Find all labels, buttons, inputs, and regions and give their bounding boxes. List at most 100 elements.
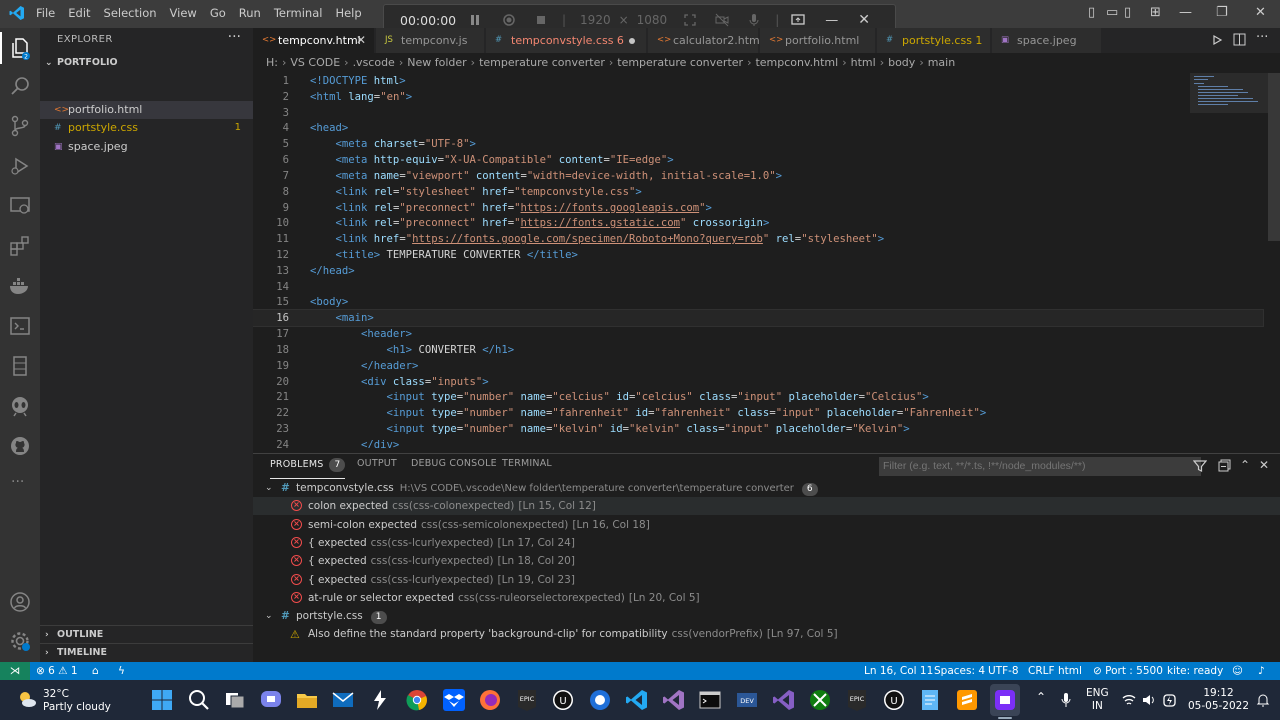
code-line[interactable]: 9 <link rel="preconnect" href="https://f…	[253, 200, 1263, 216]
terminal-icon[interactable]	[8, 314, 32, 338]
code-line[interactable]: 23 <input type="number" name="kelvin" id…	[253, 421, 1263, 437]
pause-icon[interactable]	[468, 13, 482, 27]
menu-item-edit[interactable]: Edit	[68, 6, 90, 20]
record-icon[interactable]	[502, 13, 516, 27]
remote-explorer-icon[interactable]	[8, 194, 32, 218]
breadcrumb-item[interactable]: VS CODE	[290, 56, 340, 69]
code-line[interactable]: 3	[253, 105, 1263, 121]
restore-icon[interactable]: ❐	[1216, 5, 1228, 20]
explorer-more-icon[interactable]: ···	[228, 29, 241, 45]
tab-output[interactable]: OUTPUT	[357, 458, 397, 469]
epic-games-2-icon[interactable]: EPIC	[845, 688, 869, 712]
sublime-text-icon[interactable]	[955, 688, 979, 712]
feedback-icon[interactable]: ☺	[1232, 662, 1243, 680]
fullscreen-icon[interactable]	[683, 13, 697, 27]
status-live-server-port[interactable]: ⊘ Port : 5500	[1093, 662, 1163, 680]
tab-tempconv-html[interactable]: <> tempconv.html ✕	[253, 28, 375, 53]
code-editor[interactable]: 1 <!DOCTYPE html> 2 <html lang="en"> 3 4 <head…	[253, 73, 1280, 448]
share-screen-icon[interactable]	[791, 13, 805, 27]
breadcrumb-item[interactable]: .vscode	[353, 56, 395, 69]
more-icon[interactable]: ···	[11, 474, 24, 490]
unreal-engine-2-icon[interactable]: U	[882, 688, 906, 712]
code-line[interactable]: 18 <h1> CONVERTER </h1>	[253, 342, 1263, 358]
split-editor-icon[interactable]	[1233, 33, 1246, 46]
teams-chat-icon[interactable]	[259, 688, 283, 712]
menu-item-view[interactable]: View	[170, 6, 197, 20]
code-line[interactable]: 22 <input type="number" name="fahrenheit…	[253, 405, 1263, 421]
minimap[interactable]	[1190, 73, 1270, 113]
file-item[interactable]: # portstyle.css 1	[40, 119, 253, 137]
recorder-close-icon[interactable]: ✕	[858, 12, 870, 28]
alien-icon[interactable]	[8, 394, 32, 418]
problem-item[interactable]: × at-rule or selector expected css(css-rul…	[253, 589, 1280, 607]
code-line[interactable]: 16 <main>	[253, 309, 1264, 328]
breadcrumb-item[interactable]: temperature converter	[479, 56, 605, 69]
code-line[interactable]: 8 <link rel="stylesheet" href="tempconvs…	[253, 184, 1263, 200]
battery-charging-icon[interactable]	[1162, 692, 1178, 708]
code-line[interactable]: 1 <!DOCTYPE html>	[253, 73, 1263, 89]
problem-group[interactable]: ⌄ # tempconvstyle.css H:\VS CODE\.vscode\Ne…	[253, 479, 1280, 497]
menu-item-help[interactable]: Help	[335, 6, 361, 20]
filter-icon[interactable]	[1193, 459, 1207, 473]
code-line[interactable]: 5 <meta charset="UTF-8">	[253, 136, 1263, 152]
editor-more-icon[interactable]: ···	[1256, 30, 1268, 45]
devpad-icon[interactable]: DEV	[735, 688, 759, 712]
weather-widget[interactable]: 32°C Partly cloudy	[43, 688, 111, 714]
stop-icon[interactable]	[534, 13, 548, 27]
folder-portfolio[interactable]: ⌄ PORTFOLIO	[40, 54, 253, 72]
tab-space-jpeg[interactable]: ▣ space.jpeg	[992, 28, 1102, 53]
microphone-icon[interactable]	[747, 13, 761, 27]
bolt-app-icon[interactable]	[368, 688, 392, 712]
notification-center-icon[interactable]	[1256, 692, 1270, 708]
breadcrumb-item[interactable]: New folder	[407, 56, 466, 69]
notifications-bell-icon[interactable]: ♪	[1258, 662, 1265, 680]
remote-icon[interactable]: ⋊	[0, 662, 30, 680]
code-line[interactable]: 20 <div class="inputs">	[253, 374, 1263, 390]
visual-studio-2-icon[interactable]	[772, 688, 796, 712]
visual-studio-icon[interactable]	[662, 688, 686, 712]
unreal-engine-icon[interactable]: U	[551, 688, 575, 712]
layout-icon[interactable]: ⊞	[1150, 5, 1161, 20]
explorer-icon[interactable]: 2	[8, 36, 32, 60]
problem-item[interactable]: × colon expected css(css-colonexpected) [Ln…	[253, 497, 1280, 516]
code-line[interactable]: 15 <body>	[253, 294, 1263, 310]
xbox-icon[interactable]	[808, 688, 832, 712]
tab-terminal[interactable]: TERMINAL	[502, 458, 552, 469]
github-icon[interactable]	[8, 434, 32, 458]
tab-portstyle-css[interactable]: # portstyle.css 1	[877, 28, 991, 53]
code-line[interactable]: 4 <head>	[253, 120, 1263, 136]
code-line[interactable]: 21 <input type="number" name="celcius" i…	[253, 389, 1263, 405]
problem-item[interactable]: × { expected css(css-lcurlyexpected) [Ln 18…	[253, 552, 1280, 570]
command-prompt-icon[interactable]	[698, 688, 722, 712]
tab-tempconv-js[interactable]: JS tempconv.js	[376, 28, 485, 53]
breadcrumb-item[interactable]: main	[928, 56, 955, 69]
menu-item-terminal[interactable]: Terminal	[274, 6, 323, 20]
app-circle-icon[interactable]	[588, 688, 612, 712]
run-icon[interactable]	[1211, 34, 1223, 46]
breadcrumb-item[interactable]: html	[851, 56, 876, 69]
wifi-icon[interactable]	[1122, 693, 1136, 707]
status-indentation[interactable]: Spaces: 4	[934, 662, 985, 680]
run-debug-icon[interactable]	[8, 154, 32, 178]
toggle-panel-icon[interactable]: ▭	[1106, 5, 1118, 20]
menu-item-selection[interactable]: Selection	[104, 6, 157, 20]
collapse-all-icon[interactable]	[1218, 459, 1231, 472]
account-icon[interactable]	[8, 590, 32, 614]
windows-start-icon[interactable]	[150, 688, 174, 712]
code-line[interactable]: 13 </head>	[253, 263, 1263, 279]
editor-scrollbar[interactable]	[1268, 73, 1280, 241]
recorder-minimize-icon[interactable]: —	[825, 13, 838, 28]
code-line[interactable]: 7 <meta name="viewport" content="width=d…	[253, 168, 1263, 184]
docker-icon[interactable]	[8, 274, 32, 298]
lightning-icon[interactable]: ϟ	[118, 662, 125, 680]
tab-debug-console[interactable]: DEBUG CONSOLE	[411, 458, 497, 469]
close-panel-icon[interactable]: ✕	[1259, 458, 1269, 472]
extensions-icon[interactable]	[8, 234, 32, 258]
menu-item-file[interactable]: File	[36, 6, 55, 20]
problem-item[interactable]: × { expected css(css-lcurlyexpected) [Ln 17…	[253, 534, 1280, 552]
breadcrumb-item[interactable]: temperature converter	[617, 56, 743, 69]
breadcrumb-item[interactable]: body	[888, 56, 915, 69]
camera-off-icon[interactable]	[715, 13, 729, 27]
code-line[interactable]: 17 <header>	[253, 326, 1263, 342]
minimize-icon[interactable]: —	[1179, 5, 1192, 20]
